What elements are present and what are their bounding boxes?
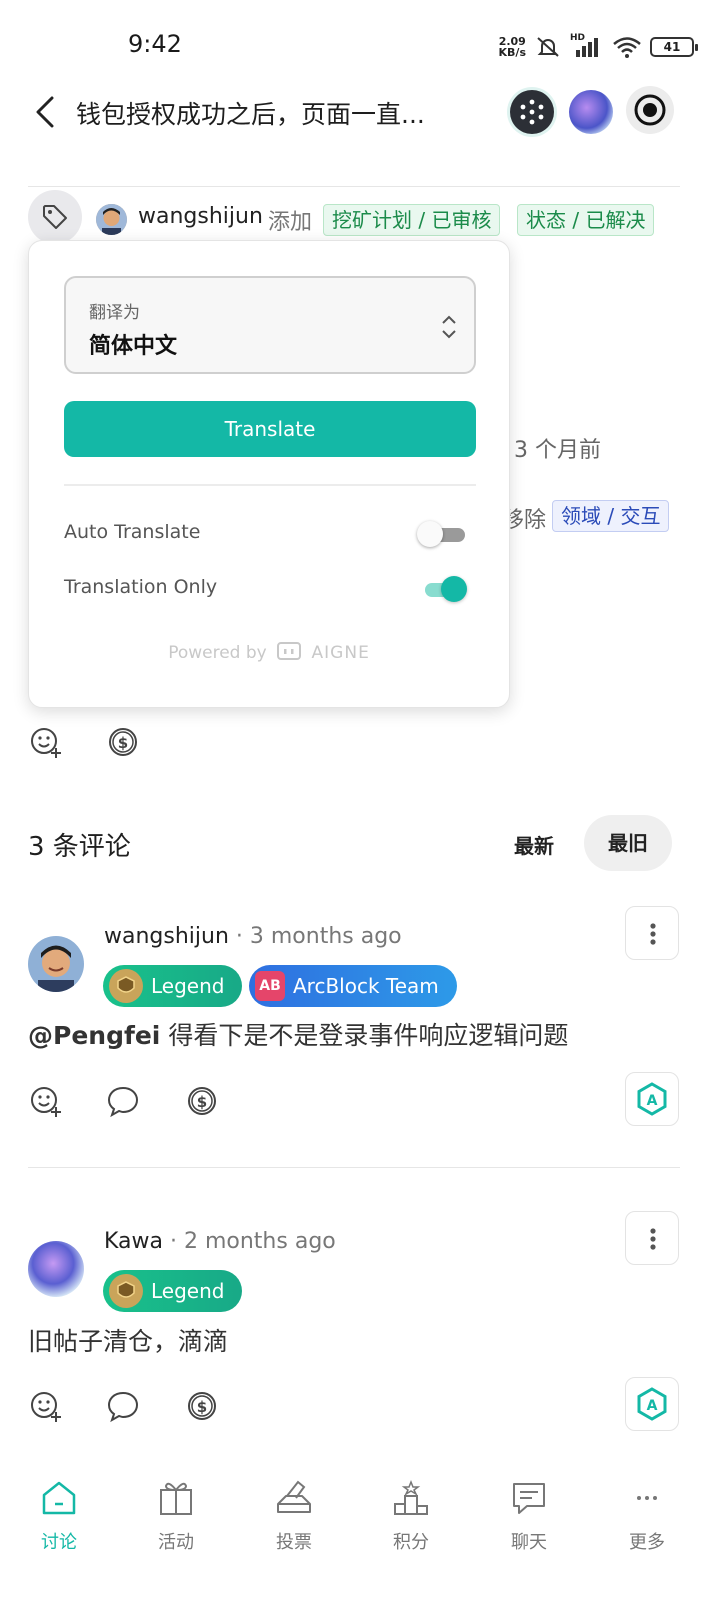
- nav-points[interactable]: 积分: [361, 1478, 461, 1554]
- tag-chip[interactable]: 领域 / 交互: [552, 500, 670, 532]
- nav-label: 聊天: [511, 1532, 547, 1553]
- add-reaction-icon[interactable]: [28, 724, 64, 760]
- comment-body: @Pengfei 得看下是不是登录事件响应逻辑问题: [28, 1021, 569, 1050]
- mute-icon: [537, 37, 559, 57]
- nav-activity[interactable]: 活动: [126, 1478, 226, 1554]
- comment-time: 2 months ago: [183, 1229, 336, 1254]
- nav-label: 积分: [393, 1532, 429, 1553]
- header-divider: [28, 186, 680, 187]
- auto-translate-label: Auto Translate: [64, 521, 201, 543]
- record-button[interactable]: [626, 86, 674, 134]
- svg-text:A: A: [647, 1398, 658, 1414]
- svg-text:A: A: [647, 1093, 658, 1109]
- net-speed: 2.09 KB/s: [498, 35, 526, 59]
- translate-button[interactable]: Translate: [64, 401, 476, 457]
- legend-medal-icon: [109, 969, 143, 1003]
- team-badge[interactable]: AB ArcBlock Team: [249, 965, 457, 1007]
- vertical-dots-icon: [650, 1228, 656, 1250]
- translate-popup: 翻译为 简体中文 Translate Auto Translate Transl…: [28, 240, 510, 708]
- apps-grid-button[interactable]: [510, 90, 554, 134]
- reply-bubble-icon[interactable]: [105, 1083, 141, 1119]
- legend-badge[interactable]: Legend: [103, 965, 243, 1007]
- nav-chat[interactable]: 聊天: [479, 1478, 579, 1554]
- sort-newest-button[interactable]: 最新: [514, 830, 554, 859]
- language-select-value: 简体中文: [89, 334, 178, 359]
- comment-body: 旧帖子清仓，滴滴: [28, 1327, 229, 1356]
- more-icon: [637, 1496, 657, 1500]
- avatar[interactable]: [28, 936, 84, 992]
- tip-dollar-icon[interactable]: $: [184, 1083, 220, 1119]
- comment-author[interactable]: wangshijun: [104, 924, 229, 949]
- ai-assistant-button[interactable]: A: [625, 1377, 679, 1431]
- nav-label: 更多: [629, 1532, 665, 1553]
- status-time: 9:42: [128, 30, 182, 58]
- language-select[interactable]: 翻译为 简体中文: [64, 276, 476, 374]
- nav-label: 讨论: [41, 1532, 77, 1553]
- battery-icon: 41: [650, 37, 698, 57]
- svg-text:$: $: [118, 734, 128, 752]
- ai-assistant-button[interactable]: A: [625, 1072, 679, 1126]
- avatar[interactable]: [28, 1241, 84, 1297]
- comment-more-button[interactable]: [625, 1211, 679, 1265]
- tag-chip[interactable]: 状态 / 已解决: [517, 204, 655, 236]
- popup-divider: [64, 484, 476, 486]
- tip-dollar-icon[interactable]: $: [184, 1388, 220, 1424]
- arcblock-logo-icon: AB: [255, 971, 285, 1001]
- user-avatar-button[interactable]: [569, 90, 613, 134]
- nav-label: 活动: [158, 1532, 194, 1553]
- hexagon-a-icon: A: [637, 1082, 667, 1116]
- sort-oldest-button[interactable]: 最旧: [584, 815, 672, 871]
- gift-icon: [160, 1482, 192, 1515]
- svg-text:$: $: [197, 1398, 207, 1416]
- record-icon: [634, 94, 666, 126]
- wifi-icon: [613, 37, 641, 58]
- hexagon-a-icon: A: [637, 1387, 667, 1421]
- page-title: 钱包授权成功之后，页面一直...: [76, 100, 425, 129]
- comment-more-button[interactable]: [625, 906, 679, 960]
- comment-author-line: wangshijun · 3 months ago: [104, 924, 402, 949]
- comment-divider: [28, 1167, 680, 1168]
- comment-time: 3 months ago: [249, 924, 402, 949]
- event-time: 3 个月前: [514, 438, 601, 463]
- status-icons: 2.09 KB/s HD 41: [498, 30, 698, 64]
- tag-chip[interactable]: 挖矿计划 / 已审核: [323, 204, 501, 236]
- podium-icon: [394, 1479, 428, 1515]
- translation-only-toggle[interactable]: [417, 576, 467, 602]
- language-select-label: 翻译为: [89, 303, 140, 323]
- add-reaction-icon[interactable]: [28, 1083, 64, 1119]
- avatar[interactable]: [96, 204, 127, 235]
- dots-icon: [520, 99, 544, 125]
- translation-only-label: Translation Only: [64, 576, 218, 598]
- tip-dollar-icon[interactable]: $: [105, 724, 141, 760]
- add-reaction-icon[interactable]: [28, 1388, 64, 1424]
- legend-badge[interactable]: Legend: [103, 1270, 243, 1312]
- tag-event-action: 添加: [268, 210, 313, 235]
- reply-bubble-icon[interactable]: [105, 1388, 141, 1424]
- tag-event-user[interactable]: wangshijun: [138, 204, 263, 229]
- vote-icon: [277, 1480, 311, 1513]
- legend-medal-icon: [109, 1274, 143, 1308]
- auto-translate-toggle[interactable]: [417, 521, 467, 547]
- tag-event-icon: [28, 190, 82, 244]
- updown-chevron-icon: [442, 315, 456, 339]
- nav-more[interactable]: 更多: [597, 1478, 697, 1554]
- nav-discuss[interactable]: 讨论: [9, 1478, 109, 1554]
- comments-count: 3 条评论: [28, 832, 131, 862]
- mention[interactable]: @Pengfei: [28, 1021, 160, 1050]
- tag-icon: [43, 205, 67, 229]
- home-icon: [42, 1481, 76, 1515]
- comment-author-line: Kawa · 2 months ago: [104, 1229, 336, 1254]
- powered-by: Powered by AIGNE: [168, 642, 370, 663]
- nav-label: 投票: [276, 1532, 312, 1553]
- nav-vote[interactable]: 投票: [244, 1478, 344, 1554]
- vertical-dots-icon: [650, 923, 656, 945]
- svg-text:$: $: [197, 1093, 207, 1111]
- back-arrow-icon[interactable]: [30, 92, 66, 132]
- signal-icon: HD: [570, 33, 604, 59]
- aigne-logo-icon: [277, 642, 302, 660]
- comment-author[interactable]: Kawa: [104, 1229, 163, 1254]
- chat-icon: [513, 1483, 545, 1514]
